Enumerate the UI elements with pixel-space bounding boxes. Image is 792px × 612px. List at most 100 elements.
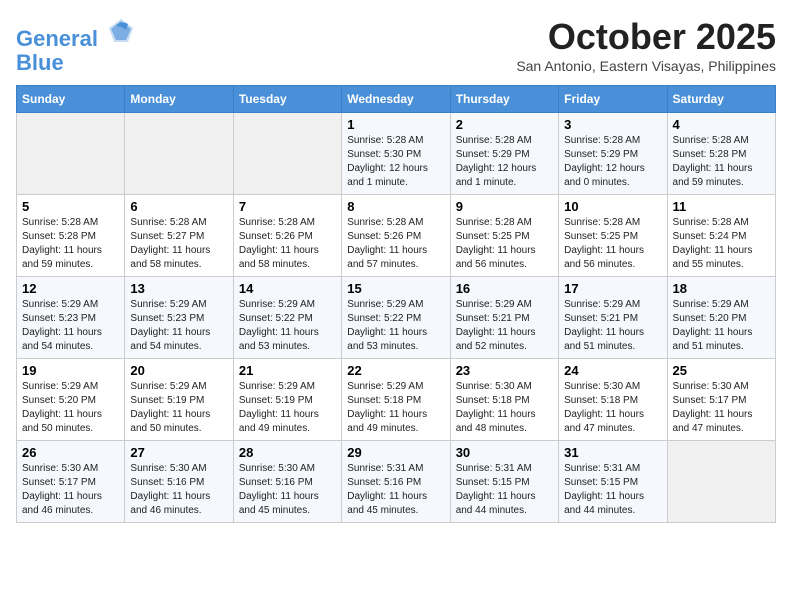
weekday-header-friday: Friday bbox=[559, 86, 667, 113]
calendar-cell: 10Sunrise: 5:28 AMSunset: 5:25 PMDayligh… bbox=[559, 195, 667, 277]
calendar-cell: 1 Sunrise: 5:28 AMSunset: 5:30 PMDaylight… bbox=[342, 113, 450, 195]
day-number: 8 bbox=[347, 199, 444, 214]
logo-icon bbox=[106, 16, 136, 46]
title-block: October 2025 San Antonio, Eastern Visaya… bbox=[516, 16, 776, 74]
day-info: Sunrise: 5:28 AMSunset: 5:29 PMDaylight:… bbox=[456, 134, 553, 190]
calendar-cell bbox=[233, 113, 341, 195]
calendar-cell: 17 Sunrise: 5:29 AMSunset: 5:21 PMDayligh… bbox=[559, 277, 667, 359]
day-info: Sunrise: 5:29 AMSunset: 5:20 PMDaylight:… bbox=[22, 380, 119, 436]
day-number: 16 bbox=[456, 281, 553, 296]
weekday-header-saturday: Saturday bbox=[667, 86, 775, 113]
day-number: 12 bbox=[22, 281, 119, 296]
day-info: Sunrise: 5:30 AMSunset: 5:17 PMDaylight:… bbox=[673, 380, 770, 436]
day-info: Sunrise: 5:30 AMSunset: 5:18 PMDaylight:… bbox=[456, 380, 553, 436]
day-number: 17 bbox=[564, 281, 661, 296]
day-number: 7 bbox=[239, 199, 336, 214]
calendar-cell: 16Sunrise: 5:29 AMSunset: 5:21 PMDayligh… bbox=[450, 277, 558, 359]
day-number: 30 bbox=[456, 445, 553, 460]
logo-text: General bbox=[16, 16, 136, 51]
day-number: 13 bbox=[130, 281, 227, 296]
calendar-cell: 13 Sunrise: 5:29 AMSunset: 5:23 PMDayligh… bbox=[125, 277, 233, 359]
calendar-cell: 18Sunrise: 5:29 AMSunset: 5:20 PMDayligh… bbox=[667, 277, 775, 359]
calendar-cell: 12 Sunrise: 5:29 AMSunset: 5:23 PMDayligh… bbox=[17, 277, 125, 359]
day-number: 9 bbox=[456, 199, 553, 214]
calendar-cell: 24Sunrise: 5:30 AMSunset: 5:18 PMDayligh… bbox=[559, 359, 667, 441]
day-info: Sunrise: 5:28 AMSunset: 5:28 PMDaylight:… bbox=[673, 134, 770, 190]
day-number: 2 bbox=[456, 117, 553, 132]
day-info: Sunrise: 5:28 AMSunset: 5:26 PMDaylight:… bbox=[239, 216, 336, 272]
calendar-cell: 30 Sunrise: 5:31 AMSunset: 5:15 PMDayligh… bbox=[450, 441, 558, 523]
calendar-cell: 14 Sunrise: 5:29 AMSunset: 5:22 PMDayligh… bbox=[233, 277, 341, 359]
day-info: Sunrise: 5:30 AMSunset: 5:16 PMDaylight:… bbox=[239, 462, 336, 518]
calendar-week-5: 26Sunrise: 5:30 AMSunset: 5:17 PMDayligh… bbox=[17, 441, 776, 523]
weekday-header-monday: Monday bbox=[125, 86, 233, 113]
location-subtitle: San Antonio, Eastern Visayas, Philippine… bbox=[516, 58, 776, 74]
day-number: 24 bbox=[564, 363, 661, 378]
calendar-cell: 9 Sunrise: 5:28 AMSunset: 5:25 PMDaylight… bbox=[450, 195, 558, 277]
calendar-cell: 31 Sunrise: 5:31 AMSunset: 5:15 PMDayligh… bbox=[559, 441, 667, 523]
day-number: 14 bbox=[239, 281, 336, 296]
day-info: Sunrise: 5:29 AMSunset: 5:21 PMDaylight:… bbox=[564, 298, 661, 354]
calendar-cell: 29 Sunrise: 5:31 AMSunset: 5:16 PMDayligh… bbox=[342, 441, 450, 523]
day-info: Sunrise: 5:28 AMSunset: 5:27 PMDaylight:… bbox=[130, 216, 227, 272]
day-number: 20 bbox=[130, 363, 227, 378]
day-number: 19 bbox=[22, 363, 119, 378]
calendar-cell: 27Sunrise: 5:30 AMSunset: 5:16 PMDayligh… bbox=[125, 441, 233, 523]
day-number: 21 bbox=[239, 363, 336, 378]
day-info: Sunrise: 5:29 AMSunset: 5:22 PMDaylight:… bbox=[347, 298, 444, 354]
calendar-cell: 25 Sunrise: 5:30 AMSunset: 5:17 PMDayligh… bbox=[667, 359, 775, 441]
day-info: Sunrise: 5:28 AMSunset: 5:29 PMDaylight:… bbox=[564, 134, 661, 190]
day-number: 31 bbox=[564, 445, 661, 460]
day-number: 22 bbox=[347, 363, 444, 378]
calendar-cell: 3 Sunrise: 5:28 AMSunset: 5:29 PMDaylight… bbox=[559, 113, 667, 195]
day-info: Sunrise: 5:31 AMSunset: 5:15 PMDaylight:… bbox=[564, 462, 661, 518]
day-info: Sunrise: 5:29 AMSunset: 5:19 PMDaylight:… bbox=[239, 380, 336, 436]
calendar-cell: 20Sunrise: 5:29 AMSunset: 5:19 PMDayligh… bbox=[125, 359, 233, 441]
calendar-cell: 15 Sunrise: 5:29 AMSunset: 5:22 PMDayligh… bbox=[342, 277, 450, 359]
day-number: 10 bbox=[564, 199, 661, 214]
day-info: Sunrise: 5:28 AMSunset: 5:28 PMDaylight:… bbox=[22, 216, 119, 272]
calendar-table: SundayMondayTuesdayWednesdayThursdayFrid… bbox=[16, 85, 776, 523]
day-info: Sunrise: 5:31 AMSunset: 5:15 PMDaylight:… bbox=[456, 462, 553, 518]
calendar-cell: 8 Sunrise: 5:28 AMSunset: 5:26 PMDaylight… bbox=[342, 195, 450, 277]
calendar-cell: 4 Sunrise: 5:28 AMSunset: 5:28 PMDaylight… bbox=[667, 113, 775, 195]
weekday-header-wednesday: Wednesday bbox=[342, 86, 450, 113]
calendar-cell bbox=[667, 441, 775, 523]
day-info: Sunrise: 5:29 AMSunset: 5:23 PMDaylight:… bbox=[22, 298, 119, 354]
day-number: 4 bbox=[673, 117, 770, 132]
calendar-cell bbox=[17, 113, 125, 195]
calendar-cell: 19 Sunrise: 5:29 AMSunset: 5:20 PMDayligh… bbox=[17, 359, 125, 441]
day-info: Sunrise: 5:29 AMSunset: 5:18 PMDaylight:… bbox=[347, 380, 444, 436]
day-info: Sunrise: 5:28 AMSunset: 5:30 PMDaylight:… bbox=[347, 134, 444, 190]
page-header: General Blue October 2025 San Antonio, E… bbox=[16, 16, 776, 75]
day-info: Sunrise: 5:29 AMSunset: 5:22 PMDaylight:… bbox=[239, 298, 336, 354]
weekday-header-thursday: Thursday bbox=[450, 86, 558, 113]
day-number: 5 bbox=[22, 199, 119, 214]
weekday-header-tuesday: Tuesday bbox=[233, 86, 341, 113]
calendar-cell: 22 Sunrise: 5:29 AMSunset: 5:18 PMDayligh… bbox=[342, 359, 450, 441]
day-info: Sunrise: 5:28 AMSunset: 5:26 PMDaylight:… bbox=[347, 216, 444, 272]
day-number: 15 bbox=[347, 281, 444, 296]
day-number: 29 bbox=[347, 445, 444, 460]
day-number: 3 bbox=[564, 117, 661, 132]
calendar-week-4: 19 Sunrise: 5:29 AMSunset: 5:20 PMDayligh… bbox=[17, 359, 776, 441]
day-number: 25 bbox=[673, 363, 770, 378]
calendar-cell: 7 Sunrise: 5:28 AMSunset: 5:26 PMDaylight… bbox=[233, 195, 341, 277]
calendar-cell: 2 Sunrise: 5:28 AMSunset: 5:29 PMDaylight… bbox=[450, 113, 558, 195]
day-info: Sunrise: 5:28 AMSunset: 5:25 PMDaylight:… bbox=[456, 216, 553, 272]
calendar-cell: 28Sunrise: 5:30 AMSunset: 5:16 PMDayligh… bbox=[233, 441, 341, 523]
day-number: 1 bbox=[347, 117, 444, 132]
day-info: Sunrise: 5:31 AMSunset: 5:16 PMDaylight:… bbox=[347, 462, 444, 518]
day-info: Sunrise: 5:29 AMSunset: 5:20 PMDaylight:… bbox=[673, 298, 770, 354]
weekday-header-row: SundayMondayTuesdayWednesdayThursdayFrid… bbox=[17, 86, 776, 113]
weekday-header-sunday: Sunday bbox=[17, 86, 125, 113]
day-number: 26 bbox=[22, 445, 119, 460]
day-info: Sunrise: 5:29 AMSunset: 5:23 PMDaylight:… bbox=[130, 298, 227, 354]
calendar-week-2: 5 Sunrise: 5:28 AMSunset: 5:28 PMDaylight… bbox=[17, 195, 776, 277]
logo: General Blue bbox=[16, 16, 136, 75]
day-info: Sunrise: 5:28 AMSunset: 5:24 PMDaylight:… bbox=[673, 216, 770, 272]
calendar-week-1: 1 Sunrise: 5:28 AMSunset: 5:30 PMDaylight… bbox=[17, 113, 776, 195]
calendar-cell: 21 Sunrise: 5:29 AMSunset: 5:19 PMDayligh… bbox=[233, 359, 341, 441]
month-title: October 2025 bbox=[516, 16, 776, 58]
calendar-cell: 5 Sunrise: 5:28 AMSunset: 5:28 PMDaylight… bbox=[17, 195, 125, 277]
